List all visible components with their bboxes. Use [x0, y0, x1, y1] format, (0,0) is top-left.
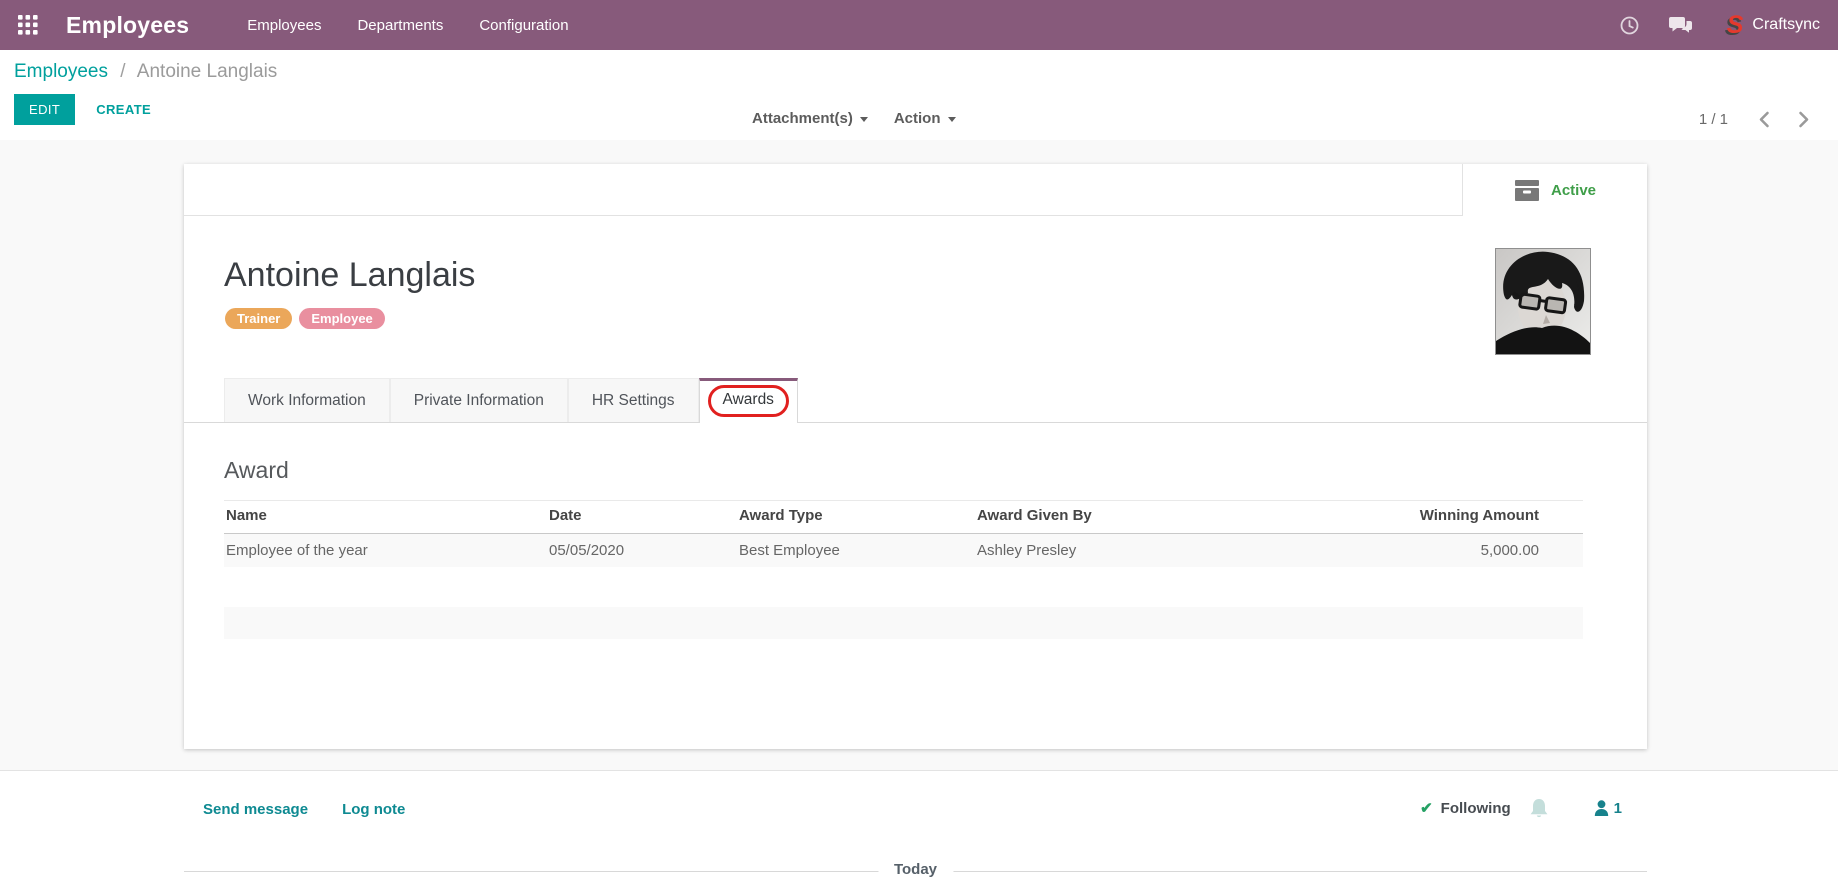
- create-button[interactable]: CREATE: [96, 102, 151, 117]
- following-button[interactable]: ✔ Following: [1420, 799, 1511, 818]
- action-dropdown[interactable]: Action: [894, 110, 956, 127]
- tab-hr-settings[interactable]: HR Settings: [567, 378, 699, 422]
- award-section-title: Award: [224, 457, 289, 483]
- empty-list-footer-row: [224, 607, 1583, 639]
- apps-grid-icon: [18, 15, 38, 35]
- active-stat-button[interactable]: Active: [1462, 164, 1647, 216]
- tab-work-information[interactable]: Work Information: [224, 378, 390, 422]
- company-name: Craftsync: [1752, 16, 1820, 33]
- employee-photo: [1495, 248, 1591, 355]
- messages-button[interactable]: [1668, 16, 1693, 35]
- archive-box-icon: [1514, 179, 1539, 201]
- column-header-name[interactable]: Name: [224, 500, 547, 534]
- attachments-dropdown-label: Attachment(s): [752, 110, 853, 127]
- edit-button[interactable]: EDIT: [14, 94, 76, 125]
- form-sheet: Active Antoine Langlais Trainer Employee…: [184, 164, 1647, 749]
- app-title: Employees: [66, 11, 190, 38]
- column-header-date[interactable]: Date: [547, 500, 737, 534]
- activities-button[interactable]: [1620, 16, 1639, 35]
- employee-tags: Trainer Employee: [225, 308, 1647, 329]
- follower-controls: ✔ Following 1: [1420, 798, 1622, 818]
- tab-awards[interactable]: Awards: [698, 378, 798, 423]
- log-note-button[interactable]: Log note: [342, 801, 405, 818]
- today-divider: Today: [184, 861, 1647, 878]
- today-divider-label: Today: [877, 861, 954, 878]
- active-stat-label: Active: [1550, 181, 1597, 199]
- cell-award-name: Employee of the year: [224, 533, 547, 567]
- cell-award-given-by: Ashley Presley: [975, 533, 1330, 567]
- control-panel: Employees / Antoine Langlais EDIT CREATE…: [0, 50, 1838, 140]
- stat-button-box: Active: [184, 164, 1647, 216]
- form-view-background: Active Antoine Langlais Trainer Employee…: [0, 140, 1838, 770]
- user-icon: [1594, 800, 1608, 816]
- apps-menu-button[interactable]: [14, 11, 42, 39]
- column-header-winning-amount[interactable]: Winning Amount: [1330, 500, 1583, 534]
- chat-bubble-icon: [1668, 16, 1692, 33]
- top-bar: Employees Employees Departments Configur…: [0, 0, 1838, 50]
- chatter-buttons: Send message Log note: [203, 801, 439, 818]
- following-label: Following: [1440, 799, 1511, 817]
- check-icon: ✔: [1420, 800, 1433, 817]
- attachments-dropdown[interactable]: Attachment(s): [752, 110, 868, 127]
- top-navigation: Employees Departments Configuration: [247, 17, 604, 34]
- breadcrumb-separator: /: [120, 61, 126, 82]
- pager: 1 / 1: [1699, 108, 1816, 131]
- pager-value: 1 / 1: [1698, 111, 1728, 128]
- nav-item-employees[interactable]: Employees: [247, 17, 321, 34]
- chevron-left-icon: [1759, 111, 1769, 128]
- column-header-award-type[interactable]: Award Type: [737, 500, 975, 534]
- column-header-award-given-by[interactable]: Award Given By: [975, 500, 1330, 534]
- award-table-row[interactable]: Employee of the year 05/05/2020 Best Emp…: [224, 533, 1583, 567]
- pager-previous-button[interactable]: [1752, 108, 1776, 131]
- nav-item-configuration[interactable]: Configuration: [479, 17, 568, 34]
- control-panel-dropdowns: Attachment(s) Action: [752, 110, 982, 127]
- breadcrumb-link-employees[interactable]: Employees: [14, 61, 108, 82]
- employee-portrait-image: [1496, 249, 1590, 354]
- send-message-button[interactable]: Send message: [203, 801, 308, 818]
- awards-table-header-row: Name Date Award Type Award Given By Winn…: [224, 500, 1583, 534]
- annotation-highlight: Awards: [707, 385, 789, 417]
- employee-name: Antoine Langlais: [224, 256, 476, 294]
- clock-icon: [1620, 16, 1639, 34]
- breadcrumb: Employees / Antoine Langlais: [14, 61, 1838, 83]
- breadcrumb-current: Antoine Langlais: [136, 61, 278, 82]
- tag-employee: Employee: [299, 308, 385, 329]
- caret-down-icon: [859, 117, 868, 122]
- chevron-right-icon: [1799, 111, 1809, 128]
- action-dropdown-label: Action: [893, 110, 941, 127]
- tab-private-information[interactable]: Private Information: [389, 378, 568, 422]
- subscription-bell-button[interactable]: [1530, 798, 1548, 818]
- bell-icon: [1530, 799, 1548, 818]
- cell-winning-amount: 5,000.00: [1330, 533, 1583, 567]
- awards-tab-content: Award Name Date Award Type Award Given B…: [184, 457, 1647, 639]
- company-logo-icon: S: [1726, 10, 1744, 39]
- cell-award-type: Best Employee: [737, 533, 975, 567]
- user-menu[interactable]: S Craftsync: [1726, 10, 1820, 39]
- topbar-right: S Craftsync: [1590, 10, 1820, 39]
- caret-down-icon: [947, 117, 956, 122]
- follower-count: 1: [1613, 799, 1622, 817]
- tag-trainer: Trainer: [225, 308, 293, 329]
- awards-table: Name Date Award Type Award Given By Winn…: [224, 500, 1583, 567]
- pager-next-button[interactable]: [1792, 108, 1816, 131]
- chatter: Send message Log note ✔ Following 1 Toda…: [0, 770, 1838, 888]
- followers-count-button[interactable]: 1: [1594, 800, 1622, 817]
- cell-award-date: 05/05/2020: [547, 533, 737, 567]
- notebook-tabs: Work Information Private Information HR …: [184, 377, 1647, 423]
- nav-item-departments[interactable]: Departments: [357, 17, 443, 34]
